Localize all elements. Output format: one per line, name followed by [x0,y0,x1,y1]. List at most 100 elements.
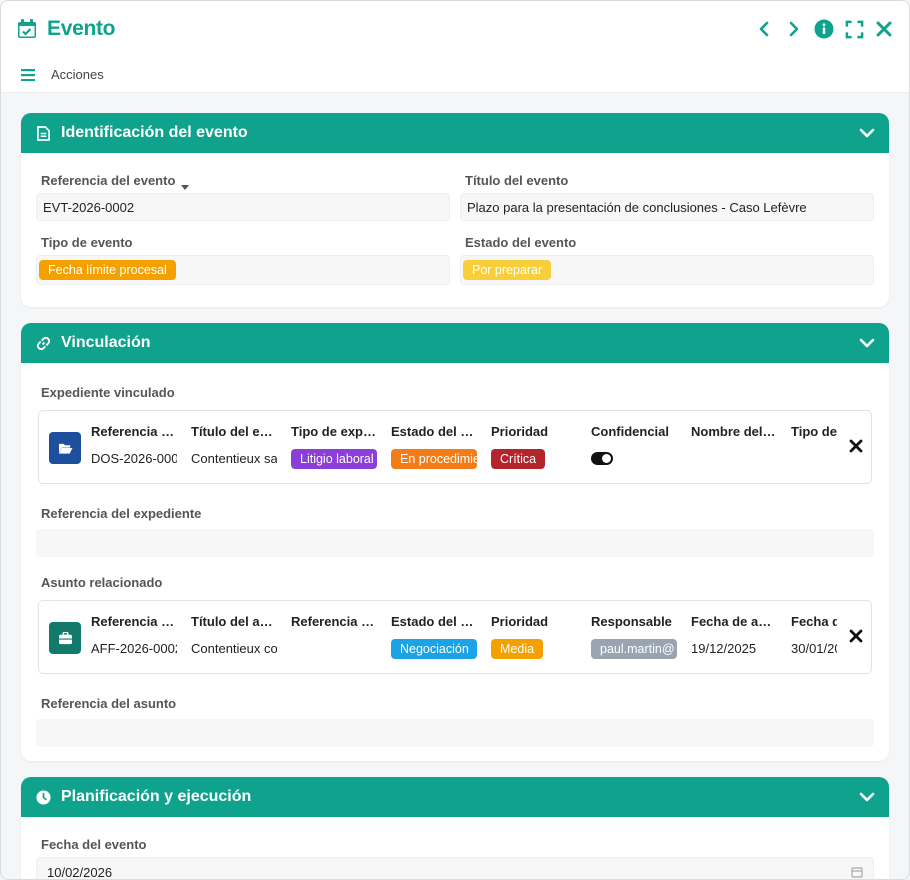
field-label: Tipo de evento [41,235,133,250]
close-icon [849,629,863,643]
value-badge: paul.martin@ [591,639,677,659]
column-header: Nombre del cliente [691,424,777,439]
section-identificacion: Identificación del evento Referencia del… [21,113,889,307]
estado-evento-badge: Por preparar [463,260,552,280]
column-value [791,449,837,469]
tipo-evento-badge: Fecha límite procesal [39,260,176,280]
chevron-down-icon[interactable] [859,125,875,141]
column-header: Referencia del expediente [91,424,177,439]
briefcase-icon [49,622,81,654]
close-button[interactable] [873,18,895,40]
column-header: Responsable [591,614,672,629]
column-value [291,639,377,659]
column-value: Media [491,639,577,659]
section-header-vinculacion[interactable]: Vinculación [21,323,889,363]
referencia-evento-input[interactable]: EVT-2026-0002 [36,193,450,221]
field-label: Título del evento [465,173,569,188]
column-value: paul.martin@ [591,639,677,659]
section-header-identificacion[interactable]: Identificación del evento [21,113,889,153]
card-column: Tipo de cliente [791,423,837,469]
window-title: Evento [47,17,116,40]
section-title: Planificación y ejecución [61,788,252,805]
estado-evento-select[interactable]: Por preparar [460,255,874,285]
value-badge: Media [491,639,544,659]
column-value: Crítica [491,449,577,469]
title-bar: Evento [1,1,909,57]
column-value: AFF-2026-0002 [91,641,177,656]
card-column: Fecha de apertura 19/12/2025 [691,613,791,659]
column-header: Prioridad [491,424,549,439]
section-body-vinculacion: Expediente vinculado Referencia del expe… [21,363,889,761]
card-column: Título del asunto Contentieux commercial [191,613,291,659]
column-value [691,449,777,469]
tipo-evento-select[interactable]: Fecha límite procesal [36,255,450,285]
field-titulo-evento: Título del evento Plazo para la presenta… [460,167,874,221]
actions-label: Acciones [51,67,104,82]
expediente-card[interactable]: Referencia del expediente DOS-2026-0003 Tí… [38,410,872,484]
column-value: Litigio laboral [291,449,377,469]
card-column: Confidencial [591,423,691,469]
column-header: Confidencial [591,424,670,439]
chevron-left-icon [759,21,769,37]
fecha-evento-label: Fecha del evento [41,837,147,852]
folder-open-icon [49,432,81,464]
column-header: Referencia del expediente [291,614,377,629]
field-label: Estado del evento [465,235,577,250]
calendar-check-icon [15,17,39,41]
fullscreen-button[interactable] [843,18,865,40]
card-column: Título del expediente Contentieux salaria… [191,423,291,469]
ref-asunto-label: Referencia del asunto [41,696,177,711]
info-icon [814,19,834,39]
ref-expediente-input[interactable] [36,529,874,557]
next-button[interactable] [783,18,805,40]
ref-asunto-input[interactable] [36,719,874,747]
chevron-down-icon[interactable] [859,335,875,351]
asunto-card[interactable]: Referencia del asunto AFF-2026-0002 Título… [38,600,872,674]
remove-asunto-button[interactable] [849,629,863,643]
section-vinculacion: Vinculación Expediente vinculado Referen… [21,323,889,761]
value-badge: Negociación [391,639,477,659]
column-header: Tipo de expediente [291,424,377,439]
column-header: Fecha de apertura [691,614,777,629]
column-header: Título del asunto [191,614,277,629]
column-header: Estado del asunto [391,614,477,629]
previous-button[interactable] [753,18,775,40]
calendar-icon[interactable] [851,866,863,878]
titulo-evento-input[interactable]: Plazo para la presentación de conclusion… [460,193,874,221]
section-title: Identificación del evento [61,124,248,141]
column-value: Contentieux salarial [191,451,277,466]
card-column: Referencia del expediente DOS-2026-0003 [91,423,191,469]
value-badge: En procedimiento [391,449,477,469]
chevron-right-icon [789,21,799,37]
column-value: Negociación [391,639,477,659]
section-planificacion: Planificación y ejecución Fecha del even… [21,777,889,879]
expediente-vinculado-label: Expediente vinculado [41,385,175,400]
confidential-toggle[interactable] [591,452,613,465]
fecha-evento-input[interactable]: 10/02/2026 [36,857,874,879]
column-header: Estado del expediente [391,424,477,439]
actions-bar[interactable]: Acciones [1,57,909,93]
card-column: Referencia del asunto AFF-2026-0002 [91,613,191,659]
column-value: En procedimiento [391,449,477,469]
column-header: Fecha de cierre [791,614,837,629]
info-button[interactable] [813,18,835,40]
card-column: Estado del expediente En procedimiento [391,423,491,469]
column-header: Prioridad [491,614,549,629]
chevron-down-icon[interactable] [859,789,875,805]
card-column: Fecha de cierre 30/01/2026 [791,613,837,659]
asunto-columns: Referencia del asunto AFF-2026-0002 Título… [91,613,837,659]
field-label: Referencia del evento [41,173,176,188]
field-estado-evento: Estado del evento Por preparar [460,229,874,285]
expediente-columns: Referencia del expediente DOS-2026-0003 Tí… [91,423,837,469]
column-value: DOS-2026-0003 [91,451,177,466]
section-body-identificacion: Referencia del evento EVT-2026-0002 Títu… [21,153,889,307]
remove-expediente-button[interactable] [849,439,863,453]
caret-down-icon[interactable] [181,178,190,190]
column-value: 19/12/2025 [691,641,757,656]
card-column: Estado del asunto Negociación [391,613,491,659]
expand-icon [845,20,863,38]
document-icon [35,125,51,141]
value-badge: Litigio laboral [291,449,377,469]
close-icon [849,439,863,453]
section-header-planificacion[interactable]: Planificación y ejecución [21,777,889,817]
